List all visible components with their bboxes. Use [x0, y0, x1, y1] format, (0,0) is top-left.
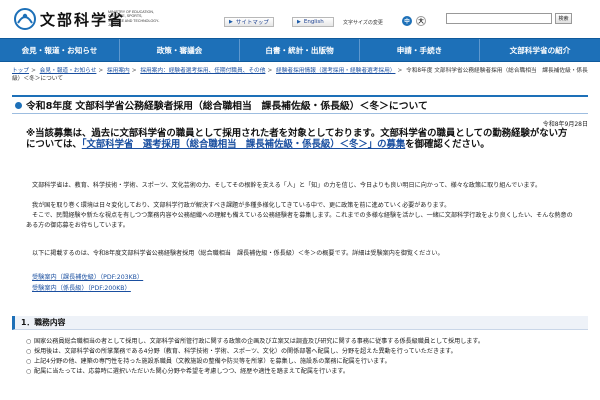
notice-link[interactable]: 「文部科学省 選考採用（総合職相当 課長補佐級・係長級）＜冬＞」の募集 [82, 139, 405, 150]
list-item: 国家公務員総合職相当の者として採用し、文部科学省所管行政に関する政策の企画及び立… [26, 337, 578, 347]
breadcrumb-link-press[interactable]: 会見・報道・お知らせ [40, 68, 97, 74]
breadcrumb: トップ > 会見・報道・お知らせ > 採用案内 > 採用案内：経験者選考採用、任期付職… [12, 68, 588, 82]
pdf-link-section-chief[interactable]: 受験案内（課長補佐級）（PDF:203KB） [32, 272, 143, 281]
list-item: 配属に当たっては、応募時に選択いただいた関心分野や希望を考慮しつつ、経歴や適性を… [26, 367, 578, 377]
notice-text: ※当該募集は、過去に文部科学省の職員として採用された者を対象としております。文部… [26, 128, 568, 151]
nav-item-press[interactable]: 会見・報道・お知らせ [0, 39, 120, 61]
nav-item-publications[interactable]: 白書・統計・出版物 [240, 39, 360, 61]
font-size-label: 文字サイズの変更 [343, 20, 383, 26]
intro-paragraph-1: 文部科学省は、教育、科学技術・学術、スポーツ、文化芸術の力、そしてその根幹を支え… [32, 182, 542, 189]
font-size-large-button[interactable]: 大 [416, 16, 426, 26]
list-item: 採用後は、文部科学省の所掌業務である4分野（教育、科学技術・学術、スポーツ、文化… [26, 347, 578, 357]
breadcrumb-link-info[interactable]: 経験者採用情報（選考採用・経験者選考採用） [276, 68, 395, 74]
list-item: 上記4分野の他、建築の専門性を持った施設系職員（文教施設の整備や防災等を所掌）を… [26, 357, 578, 367]
english-button[interactable]: ▶ English [292, 17, 334, 27]
breadcrumb-link-recruit[interactable]: 採用案内 [107, 68, 130, 74]
ministry-logo-icon[interactable] [14, 8, 36, 30]
arrow-right-icon: ▶ [297, 19, 301, 25]
intro-paragraph-2: 我が国を取り巻く環境は日々変化しており、文部科学行政が解決すべき課題が多種多様化… [32, 202, 451, 209]
pdf-link-chief[interactable]: 受験案内（係長級）（PDF:200KB） [32, 283, 131, 292]
section-heading-duties: 1．職務内容 [12, 316, 588, 330]
publish-date: 令和8年9月28日 [542, 121, 588, 128]
search-input[interactable] [446, 13, 552, 24]
title-bullet-icon [15, 102, 22, 109]
global-nav: 会見・報道・お知らせ 政策・審議会 白書・統計・出版物 申請・手続き 文部科学省… [0, 38, 600, 62]
intro-paragraph-3: そこで、民間経験や新たな視点を有しつつ業務内容や公務組織への理解も備えている公務… [26, 212, 573, 230]
search-button[interactable]: 検索 [555, 13, 572, 24]
breadcrumb-link-experienced[interactable]: 採用案内：経験者選考採用、任期付職員、その他 [140, 68, 265, 74]
breadcrumb-link-top[interactable]: トップ [12, 68, 29, 74]
arrow-right-icon: ▶ [229, 19, 233, 25]
intro-paragraph-4: 以下に掲載するのは、令和8年度文部科学省公務経験者採用（総合職相当 課長補佐級・… [32, 250, 444, 257]
nav-item-about[interactable]: 文部科学省の紹介 [480, 39, 600, 61]
page-title: 令和8年度 文部科学省公務経験者採用（総合職相当 課長補佐級・係長級）＜冬＞につ… [12, 95, 588, 114]
nav-item-procedures[interactable]: 申請・手続き [360, 39, 480, 61]
nav-item-policy[interactable]: 政策・審議会 [120, 39, 240, 61]
font-size-medium-button[interactable]: 中 [402, 16, 412, 26]
site-header: 文部科学省 MINISTRY OF EDUCATION, CULTURE, SP… [0, 0, 600, 38]
duties-list: 国家公務員総合職相当の者として採用し、文部科学省所管行政に関する政策の企画及び立… [26, 337, 578, 377]
logo-english-text: MINISTRY OF EDUCATION, CULTURE, SPORTS, … [108, 10, 160, 28]
sitemap-button[interactable]: ▶ サイトマップ [224, 17, 274, 27]
